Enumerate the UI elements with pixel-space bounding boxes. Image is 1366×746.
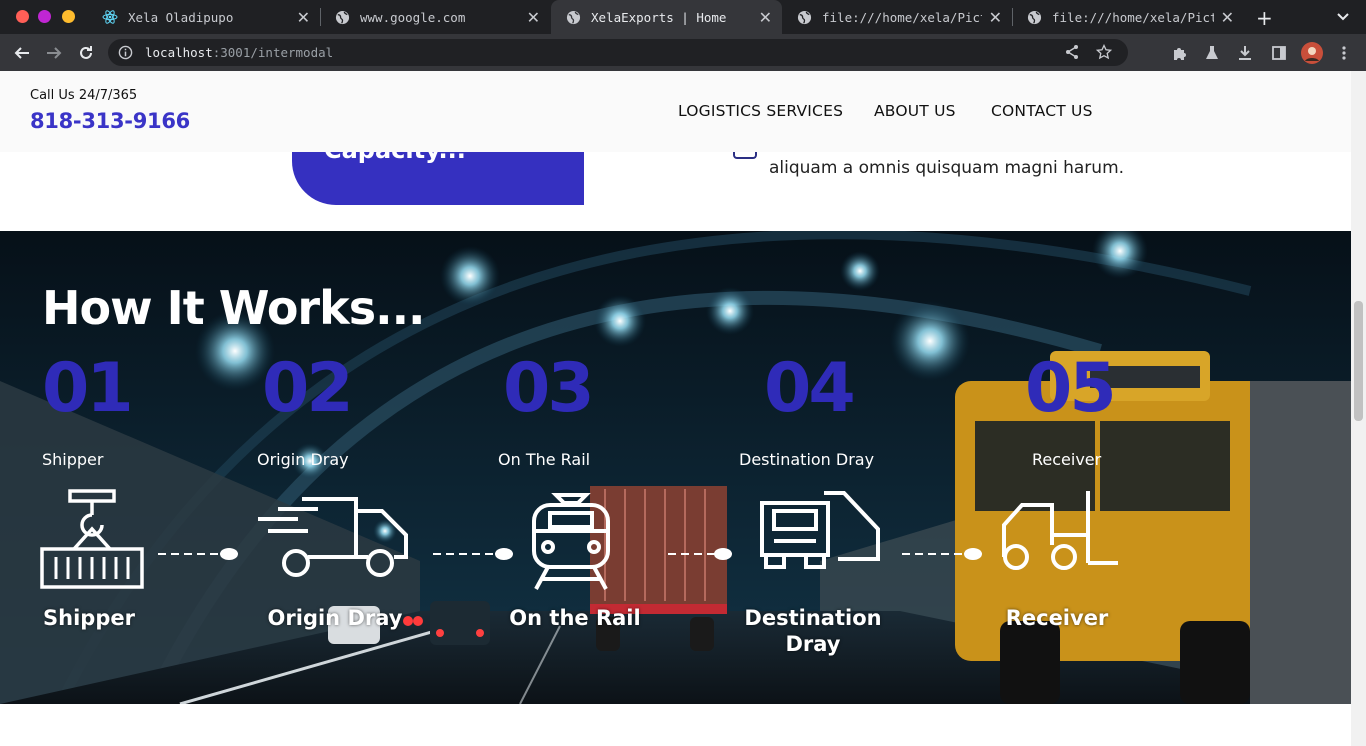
forklift-icon [998,489,1120,575]
maximize-window-button[interactable] [62,10,75,23]
intro-paragraph-tail: aliquam a omnis quisquam magni harum. [769,158,1125,178]
bookmark-star-icon[interactable] [1095,43,1113,64]
how-it-works-section: How It Works... 01 02 03 04 05 Shipper O… [0,231,1351,704]
step-label: Shipper [42,450,104,469]
url-path: :3001/intermodal [212,45,334,60]
tab-title: Xela Oladipupo [128,9,234,25]
close-tab-icon[interactable]: ✕ [527,8,540,27]
profile-avatar[interactable] [1297,34,1327,71]
connector-line [668,546,734,566]
connector-line [158,546,240,566]
step-label: Origin Dray [257,450,349,469]
site-header: Call Us 24/7/365 818-313-9166 LOGISTICS … [0,71,1351,152]
extensions-puzzle-icon[interactable] [1165,34,1195,71]
close-tab-icon[interactable]: ✕ [1221,8,1234,27]
browser-tab[interactable]: file:///home/xela/Pictur ✕ [782,0,1012,34]
phone-number-link[interactable]: 818-313-9166 [30,109,190,133]
how-it-works-title: How It Works... [42,281,426,335]
url-text: localhost:3001/intermodal [145,45,333,60]
train-icon [528,489,614,597]
browser-tab[interactable]: file:///home/xela/Pictur ✕ [1012,0,1244,34]
back-arrow-icon[interactable] [8,34,36,71]
step-number: 03 [503,349,595,428]
minimize-window-button[interactable] [38,10,51,23]
close-tab-icon[interactable]: ✕ [759,8,772,27]
tab-title: www.google.com [360,9,466,25]
browser-tab-bar: Xela Oladipupo ✕ www.google.com ✕ XelaEx… [0,0,1366,34]
react-icon [102,9,118,25]
connector-line [433,546,515,566]
step-number: 04 [764,349,856,428]
tab-title: file:///home/xela/Pictur [1052,9,1214,25]
info-icon[interactable] [118,45,133,60]
step-caption: Shipper [43,606,135,630]
step-label: Receiver [1032,450,1102,469]
scrollbar-thumb[interactable] [1354,301,1363,421]
browser-tab-active[interactable]: XelaExports | Home ✕ [551,0,782,34]
browser-tab[interactable]: www.google.com ✕ [320,0,550,34]
tab-title: XelaExports | Home [591,9,727,25]
step-caption: Destination Dray [744,606,882,656]
url-host: localhost [145,45,213,60]
close-tab-icon[interactable]: ✕ [297,8,310,27]
browser-toolbar: localhost:3001/intermodal [0,34,1366,71]
page-scrollbar[interactable] [1351,71,1366,746]
close-tab-icon[interactable]: ✕ [989,8,1002,27]
fast-truck-icon [258,489,412,583]
forward-arrow-icon[interactable] [40,34,68,71]
nav-logistics-services[interactable]: LOGISTICS SERVICES [678,102,843,120]
crane-container-icon [40,489,144,595]
step-number: 05 [1025,349,1117,428]
nav-about-us[interactable]: ABOUT US [874,102,956,120]
browser-tab[interactable]: Xela Oladipupo ✕ [88,0,320,34]
lab-flask-icon[interactable] [1197,34,1227,71]
semi-truck-icon [758,489,882,575]
call-us-label: Call Us 24/7/365 [30,88,138,103]
tab-search-chevron-icon[interactable] [1336,8,1350,27]
browser-menu-icon[interactable] [1329,34,1359,71]
step-label: On The Rail [498,450,591,469]
step-caption: On the Rail [509,606,641,630]
globe-icon [565,9,581,25]
globe-icon [796,9,812,25]
address-bar[interactable]: localhost:3001/intermodal [108,39,1128,66]
download-icon[interactable] [1230,34,1260,71]
step-caption: Origin Dray [267,606,403,630]
share-icon[interactable] [1064,44,1080,64]
globe-icon [334,9,350,25]
new-tab-icon[interactable]: + [1256,6,1273,30]
nav-contact-us[interactable]: CONTACT US [991,102,1093,120]
globe-icon [1026,9,1042,25]
step-number: 01 [42,349,134,428]
close-window-button[interactable] [16,10,29,23]
side-panel-icon[interactable] [1264,34,1294,71]
step-label: Destination Dray [739,450,875,469]
page-viewport: Capacity... aliquam a omnis quisquam mag… [0,71,1351,746]
step-caption: Receiver [1005,606,1109,630]
connector-line [902,546,984,566]
reload-icon[interactable] [72,34,100,71]
step-number: 02 [262,349,354,428]
tab-title: file:///home/xela/Pictur [822,9,982,25]
